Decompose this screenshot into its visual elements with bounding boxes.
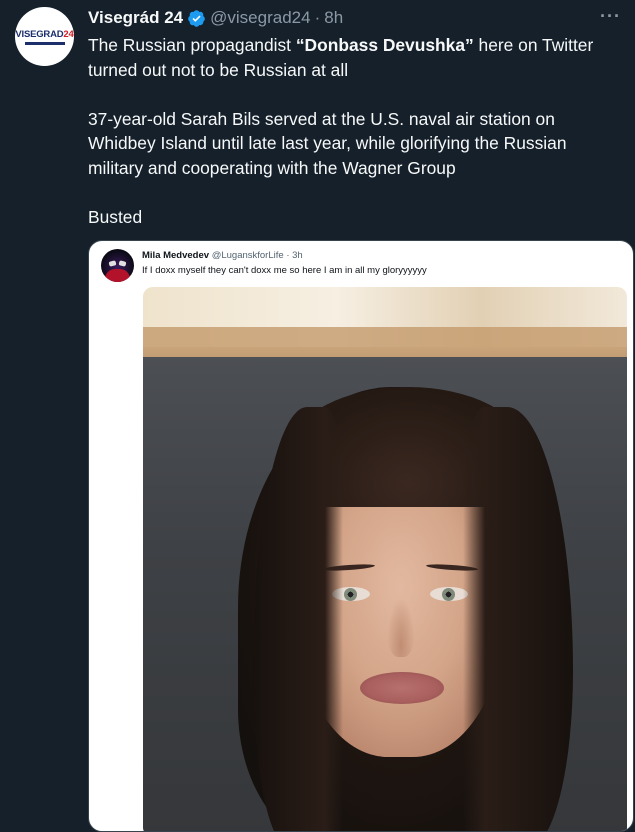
tweet-time[interactable]: 8h (324, 8, 343, 28)
tweet-paragraph-3: Busted (88, 206, 143, 227)
tweet-paragraph-2: 37-year-old Sarah Bils served at the U.S… (88, 108, 567, 178)
photo-lips (360, 672, 444, 704)
selfie-photo[interactable] (143, 287, 627, 831)
embedded-header: Mila Medvedev @LuganskforLife · 3h (142, 250, 303, 261)
embedded-avatar (101, 249, 134, 282)
embedded-screenshot[interactable]: Mila Medvedev @LuganskforLife · 3h If I … (88, 240, 634, 832)
author-name[interactable]: Visegrád 24 (88, 8, 183, 28)
verified-badge-icon[interactable] (187, 9, 206, 28)
photo-background-beam (143, 327, 627, 357)
embedded-author-handle: @LuganskforLife (211, 250, 284, 261)
more-options-icon[interactable]: ··· (600, 6, 621, 27)
separator-dot: · (314, 8, 321, 27)
author-handle[interactable]: @visegrad24 (210, 8, 310, 28)
tweet-paragraph-1: The Russian propagandist “Donbass Devush… (88, 35, 594, 80)
tweet[interactable]: VISEGRAD24 Visegrád 24 @visegrad24 · 8h … (0, 0, 635, 832)
highlighted-name: “Donbass Devushka” (295, 35, 474, 55)
tweet-text: The Russian propagandist “Donbass Devush… (88, 33, 623, 229)
tweet-header: Visegrád 24 @visegrad24 · 8h (88, 6, 343, 30)
avatar-logo-text: VISEGRAD24 (15, 28, 74, 40)
avatar[interactable]: VISEGRAD24 (15, 7, 74, 66)
embedded-tweet-text: If I doxx myself they can't doxx me so h… (142, 265, 427, 276)
avatar-logo-bar (24, 41, 65, 45)
embedded-time: 3h (292, 250, 303, 261)
embedded-author-name: Mila Medvedev (142, 250, 210, 261)
embedded-separator: · (286, 250, 290, 261)
